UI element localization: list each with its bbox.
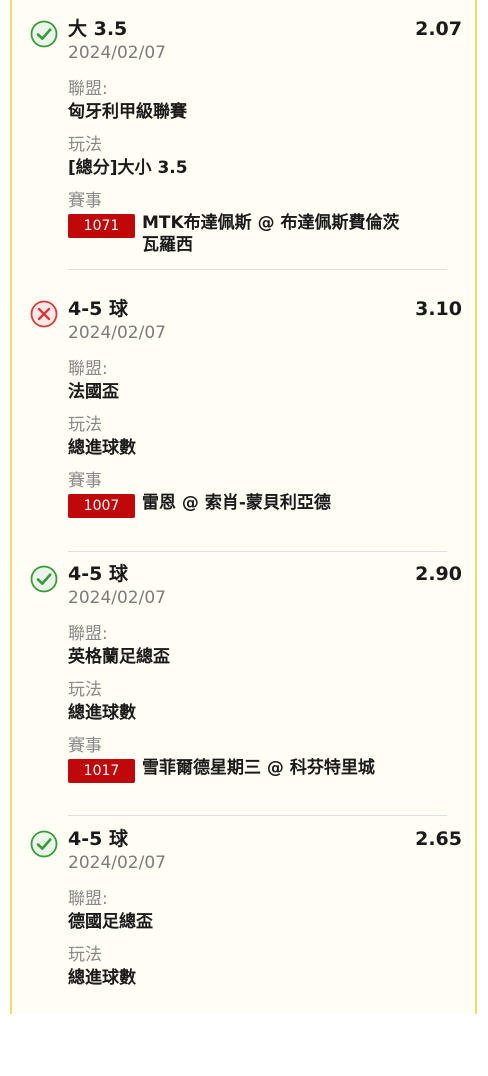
- check-circle-icon: [30, 565, 58, 593]
- bet-date: 2024/02/07: [68, 853, 166, 873]
- play-value: 總進球數: [68, 438, 136, 458]
- bet-item[interactable]: 4-5 球 2.90 2024/02/07 聯盟: 英格蘭足總盃 玩法 總進球數…: [12, 545, 475, 816]
- bet-odds: 2.90: [415, 563, 462, 585]
- event-name: 雪菲爾德星期三 @ 科芬特里城: [142, 758, 375, 778]
- bet-odds: 2.65: [415, 828, 462, 850]
- league-value: 英格蘭足總盃: [68, 647, 170, 667]
- play-label: 玩法: [68, 135, 102, 155]
- league-label: 聯盟:: [68, 889, 108, 909]
- event-id-badge: 1007: [68, 494, 135, 518]
- event-label: 賽事: [68, 471, 102, 491]
- league-label: 聯盟:: [68, 359, 108, 379]
- bet-selection: 4-5 球: [68, 563, 128, 585]
- bet-selection: 4-5 球: [68, 298, 128, 320]
- bet-odds: 2.07: [415, 18, 462, 40]
- league-value: 匈牙利甲級聯賽: [68, 102, 187, 122]
- bet-date: 2024/02/07: [68, 588, 166, 608]
- event-id-badge: 1071: [68, 214, 135, 238]
- bet-date: 2024/02/07: [68, 43, 166, 63]
- play-value: 總進球數: [68, 968, 136, 988]
- event-name: 雷恩 @ 索肖-蒙貝利亞德: [142, 493, 331, 513]
- bet-item[interactable]: 4-5 球 3.10 2024/02/07 聯盟: 法國盃 玩法 總進球數 賽事…: [12, 280, 475, 552]
- check-circle-icon: [30, 20, 58, 48]
- play-label: 玩法: [68, 945, 102, 965]
- x-circle-icon: [30, 300, 58, 328]
- event-id-badge: 1017: [68, 759, 135, 783]
- divider: [68, 269, 447, 270]
- league-value: 法國盃: [68, 382, 119, 402]
- play-label: 玩法: [68, 415, 102, 435]
- check-circle-icon: [30, 830, 58, 858]
- bet-odds: 3.10: [415, 298, 462, 320]
- play-value: 總進球數: [68, 703, 136, 723]
- event-label: 賽事: [68, 736, 102, 756]
- league-value: 德國足總盃: [68, 912, 153, 932]
- play-value: [總分]大小 3.5: [68, 158, 188, 178]
- league-label: 聯盟:: [68, 79, 108, 99]
- event-name: MTK布達佩斯 @ 布達佩斯費倫茨瓦羅西: [142, 213, 400, 255]
- league-label: 聯盟:: [68, 624, 108, 644]
- bet-selection: 4-5 球: [68, 828, 128, 850]
- bet-history-card: 大 3.5 2.07 2024/02/07 聯盟: 匈牙利甲級聯賽 玩法 [總分…: [10, 0, 477, 1014]
- bet-selection: 大 3.5: [68, 18, 128, 40]
- play-label: 玩法: [68, 680, 102, 700]
- bet-item[interactable]: 大 3.5 2.07 2024/02/07 聯盟: 匈牙利甲級聯賽 玩法 [總分…: [12, 0, 475, 270]
- bet-date: 2024/02/07: [68, 323, 166, 343]
- bet-item[interactable]: 4-5 球 2.65 2024/02/07 聯盟: 德國足總盃 玩法 總進球數: [12, 810, 475, 1076]
- event-label: 賽事: [68, 191, 102, 211]
